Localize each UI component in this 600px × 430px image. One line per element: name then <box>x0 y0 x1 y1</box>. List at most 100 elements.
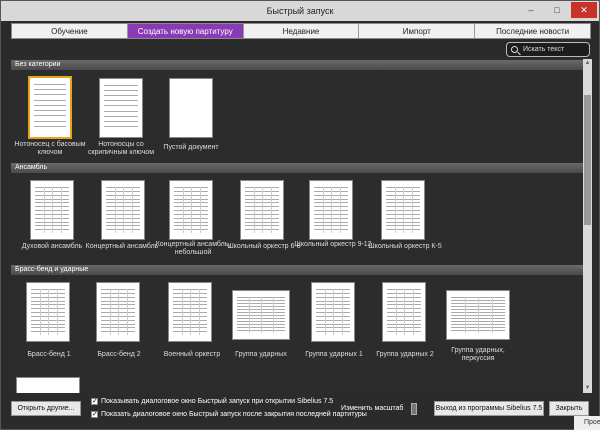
tab-new-score[interactable]: Создать новую партитуру <box>127 24 244 38</box>
quick-start-dialog: Быстрый запуск – □ ✕ Обучение Создать но… <box>0 0 600 430</box>
exit-sibelius-button[interactable]: Выход из программы Sibelius 7.5 <box>434 401 544 416</box>
bar-line <box>190 289 191 335</box>
template-tile[interactable]: Брасс-бенд 1 <box>11 279 89 369</box>
bar-line <box>322 187 324 233</box>
staff-line <box>104 105 138 107</box>
template-thumbnail <box>96 282 140 342</box>
staff-line <box>104 120 138 122</box>
bar-line <box>341 289 343 335</box>
template-thumbnail <box>169 180 213 240</box>
template-tile[interactable]: Группа ударных, перкуссия <box>437 279 515 369</box>
checkbox-show-after-close[interactable]: Показать диалоговое окно Быстрый запуск … <box>91 410 367 419</box>
tab-latest-news[interactable]: Последние новости <box>475 24 590 38</box>
bar-line <box>478 297 479 333</box>
template-thumbnail <box>99 78 143 138</box>
open-other-button[interactable]: Открыть другие... <box>11 401 81 416</box>
template-tile[interactable]: Группа ударных <box>223 279 301 369</box>
bar-line <box>52 187 53 233</box>
bar-line <box>331 187 332 233</box>
bar-line <box>131 187 133 233</box>
bar-line <box>270 187 272 233</box>
template-thumbnail <box>382 282 426 342</box>
template-thumbnail <box>101 180 145 240</box>
template-label: Концертный ансамбль <box>85 243 159 250</box>
staff-line <box>34 120 66 122</box>
minimize-button[interactable]: – <box>519 2 543 18</box>
staff-line <box>34 115 66 117</box>
zoom-label: Изменить масштаб <box>341 405 404 412</box>
checkbox-checked-icon[interactable] <box>91 410 98 419</box>
bar-line <box>56 289 58 335</box>
bar-line <box>118 289 119 335</box>
template-label: Концертный ансамбль, небольшой <box>155 241 231 256</box>
staff-line <box>104 90 138 92</box>
bar-line <box>109 289 111 335</box>
scroll-thumb[interactable] <box>584 95 591 225</box>
template-tile[interactable]: Пустой документ <box>161 73 239 163</box>
bar-line <box>412 289 414 335</box>
staff-line <box>104 100 138 102</box>
template-tile[interactable]: Школьный оркестр 9-12 <box>294 177 372 257</box>
bar-line <box>48 289 49 335</box>
template-tile[interactable]: Концертный ансамбль, небольшой <box>154 177 232 257</box>
template-thumbnail <box>232 290 290 340</box>
tab-learn[interactable]: Обучение <box>12 24 128 38</box>
bar-line <box>114 187 116 233</box>
window-title: Быстрый запуск <box>266 6 334 16</box>
zoom-slider[interactable] <box>411 403 417 415</box>
template-tile[interactable]: Школьный оркестр К-5 <box>366 177 444 257</box>
template-tile[interactable]: Концертный ансамбль <box>86 177 164 257</box>
gallery-scrollbar[interactable]: ▲ ▼ <box>583 59 592 393</box>
bar-line <box>123 187 124 233</box>
search-icon <box>511 46 518 53</box>
scroll-down-icon[interactable]: ▼ <box>584 385 591 392</box>
template-tile[interactable]: Школьный оркестр 6-8 <box>225 177 303 257</box>
template-thumbnail <box>240 180 284 240</box>
bar-line <box>60 187 62 233</box>
tab-import[interactable]: Импорт <box>359 24 476 38</box>
bar-line <box>198 289 200 335</box>
template-tile[interactable]: Духовой ансамбль <box>15 177 93 257</box>
close-button[interactable]: Закрыть <box>549 401 589 416</box>
tab-recent[interactable]: Недавние <box>244 24 360 38</box>
staff-line <box>104 95 138 97</box>
template-thumbnail <box>446 290 510 340</box>
close-window-button[interactable]: ✕ <box>571 2 597 18</box>
template-label: Брасс-бенд 2 <box>97 351 141 358</box>
checkbox-label: Показывать диалоговое окно Быстрый запус… <box>101 398 334 405</box>
maximize-button[interactable]: □ <box>545 2 569 18</box>
bar-line <box>262 187 263 233</box>
staff-line <box>104 125 138 127</box>
template-label: Школьный оркестр К-5 <box>368 243 442 250</box>
template-thumbnail <box>168 282 212 342</box>
template-tile[interactable]: Военный оркестр <box>153 279 231 369</box>
template-tile[interactable]: Нотоносец с басовым ключом <box>11 73 89 163</box>
bar-line <box>199 187 201 233</box>
template-label: Духовой ансамбль <box>21 243 83 250</box>
template-tile[interactable]: Группа ударных 2 <box>367 279 445 369</box>
template-label: Нотоносцы со скрипичным ключом <box>87 141 155 156</box>
template-thumbnail <box>311 282 355 342</box>
template-label: Группа ударных, перкуссия <box>451 347 505 362</box>
search-placeholder: Искать текст <box>523 46 565 53</box>
scroll-up-icon[interactable]: ▲ <box>584 60 591 67</box>
template-tile[interactable]: Брасс-бенд 2 <box>81 279 159 369</box>
bar-line <box>404 289 405 335</box>
bar-line <box>464 297 466 333</box>
search-input[interactable]: Искать текст <box>506 42 590 57</box>
template-thumbnail <box>30 180 74 240</box>
bar-line <box>181 289 183 335</box>
bar-line <box>39 289 41 335</box>
template-thumbnail[interactable] <box>16 377 80 393</box>
taskbar-peek[interactable]: Прое <box>574 416 600 430</box>
template-label: Военный оркестр <box>163 351 221 358</box>
template-tile[interactable]: Группа ударных 1 <box>296 279 374 369</box>
dialog-footer: Открыть другие... Показывать диалоговое … <box>1 395 599 429</box>
template-label: Школьный оркестр 9-12 <box>294 241 372 248</box>
template-label: Группа ударных <box>235 351 287 358</box>
template-gallery: Без категории Нотоносец с басовым ключом… <box>11 59 583 393</box>
staff-line <box>104 110 138 112</box>
template-label: Пустой документ <box>163 144 219 151</box>
checkbox-show-on-startup[interactable]: Показывать диалоговое окно Быстрый запус… <box>91 397 333 406</box>
checkbox-checked-icon[interactable] <box>91 397 98 406</box>
